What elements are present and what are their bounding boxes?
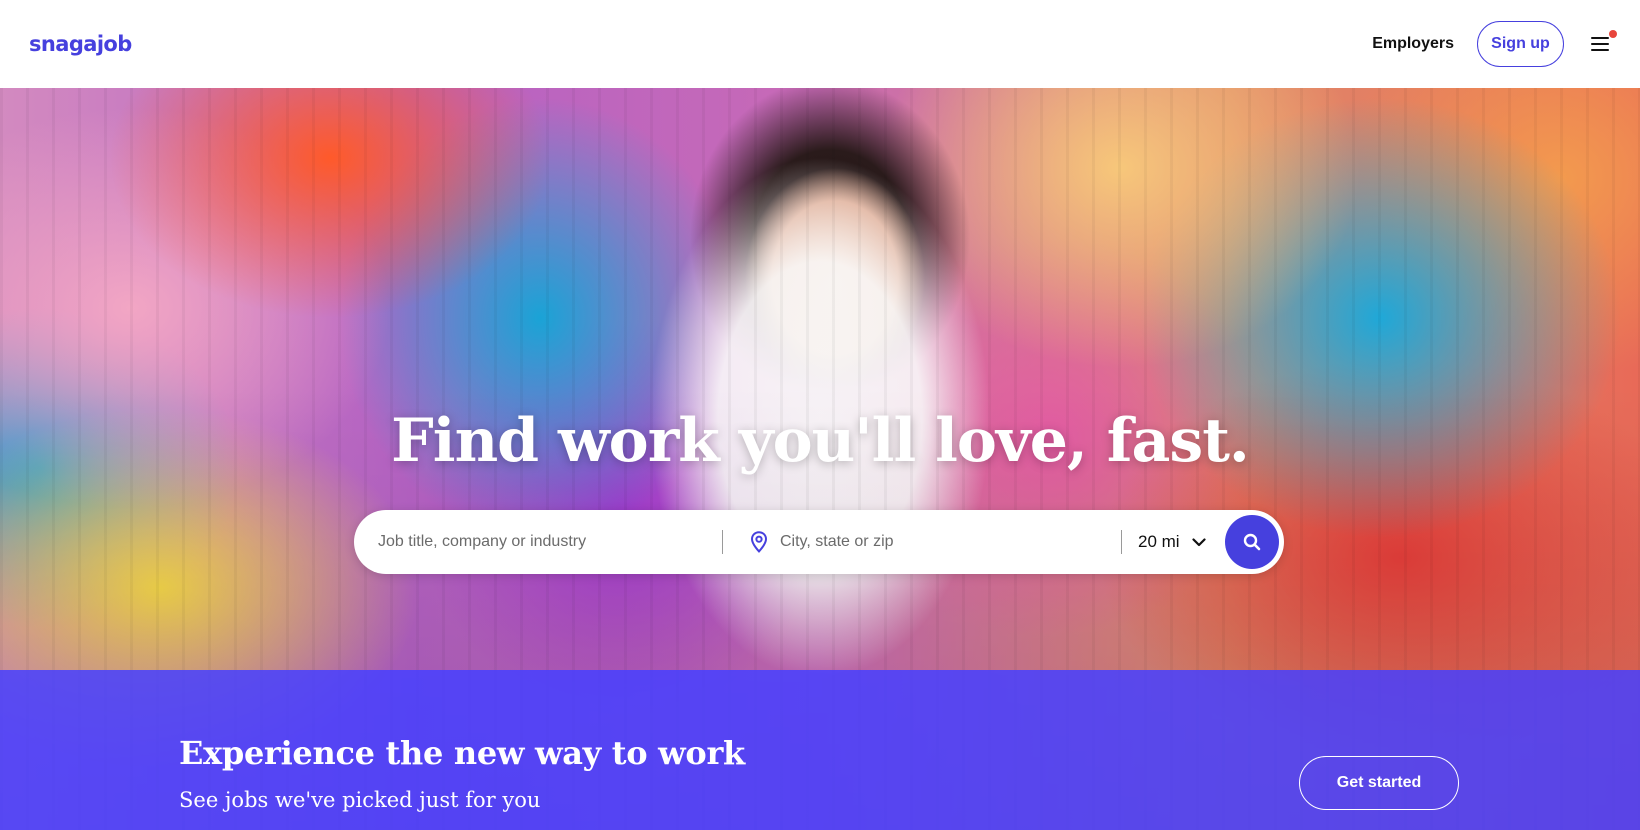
- job-search-bar: 20 mi: [354, 510, 1284, 574]
- sign-up-button[interactable]: Sign up: [1477, 21, 1564, 67]
- snagajob-logo[interactable]: snagajob: [29, 32, 132, 56]
- get-started-button[interactable]: Get started: [1299, 756, 1459, 810]
- map-pin-icon: [750, 531, 768, 553]
- search-divider: [722, 530, 723, 554]
- chevron-down-icon: [1191, 537, 1206, 546]
- radius-select[interactable]: 20 mi: [1138, 526, 1206, 558]
- menu-bar: [1591, 43, 1609, 45]
- site-header: snagajob Employers Sign up: [0, 0, 1640, 88]
- promo-title: Experience the new way to work: [179, 734, 745, 772]
- radius-value: 20 mi: [1138, 532, 1180, 551]
- employers-link[interactable]: Employers: [1372, 35, 1454, 53]
- promo-banner: Experience the new way to work See jobs …: [0, 670, 1640, 830]
- notification-dot: [1609, 30, 1617, 38]
- job-title-input[interactable]: [378, 528, 708, 556]
- menu-bar: [1591, 37, 1609, 39]
- hero-title: Find work you'll love, fast.: [391, 406, 1250, 476]
- promo-subtitle: See jobs we've picked just for you: [179, 788, 541, 812]
- search-divider: [1121, 530, 1122, 554]
- magnifier-icon: [1243, 533, 1261, 551]
- location-input[interactable]: [780, 528, 1110, 556]
- hamburger-menu-icon[interactable]: [1589, 30, 1617, 53]
- search-button[interactable]: [1225, 515, 1279, 569]
- header-actions: Employers Sign up: [1372, 21, 1617, 67]
- menu-bar: [1591, 49, 1609, 51]
